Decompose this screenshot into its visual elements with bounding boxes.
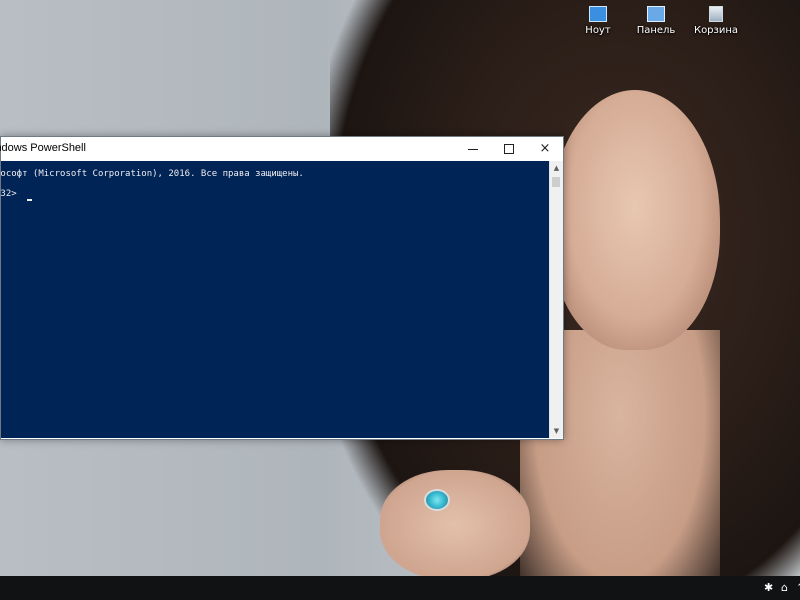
window-title: indows PowerShell (0, 142, 86, 154)
window-titlebar[interactable]: indows PowerShell × (0, 137, 563, 161)
minimize-icon (468, 149, 478, 150)
wallpaper-face (550, 90, 720, 350)
scroll-up-icon[interactable]: ▲ (550, 161, 563, 175)
taskbar[interactable]: ✱ ⌂ ⌃ (0, 576, 800, 600)
minimize-button[interactable] (455, 137, 491, 161)
wallpaper-hand (380, 470, 530, 580)
vertical-scrollbar[interactable]: ▲ ▼ (549, 161, 563, 438)
text-cursor (27, 199, 32, 201)
desktop-icon-label: Корзина (693, 25, 739, 36)
scroll-thumb[interactable] (552, 177, 560, 187)
console-area[interactable]: рософт (Microsoft Corporation), 2016. Вс… (1, 161, 549, 438)
close-button[interactable]: × (527, 137, 563, 161)
console-line: рософт (Microsoft Corporation), 2016. Вс… (1, 169, 304, 179)
recycle-bin-icon (709, 6, 723, 22)
maximize-icon (504, 144, 514, 154)
desktop-icon-label: Панель (636, 25, 676, 36)
scroll-down-icon[interactable]: ▼ (550, 424, 563, 438)
desktop-icon-control-panel[interactable]: Панель (632, 4, 680, 36)
desktop-icon-recycle-bin[interactable]: Корзина (692, 4, 740, 36)
bluetooth-icon[interactable]: ✱ (764, 581, 773, 595)
close-icon: × (539, 141, 551, 156)
wallpaper-ring (424, 489, 450, 511)
computer-icon (589, 6, 607, 22)
console-prompt: м32> (1, 189, 17, 199)
maximize-button[interactable] (491, 137, 527, 161)
powershell-window[interactable]: indows PowerShell × рософт (Microsoft Co… (0, 136, 564, 440)
desktop-icon-label: Ноут (585, 25, 611, 36)
control-panel-icon (647, 6, 665, 22)
show-hidden-icons-icon[interactable]: ⌃ (796, 581, 800, 595)
usb-icon[interactable]: ⌂ (781, 581, 788, 595)
desktop-icon-computer[interactable]: Ноут (574, 4, 622, 36)
